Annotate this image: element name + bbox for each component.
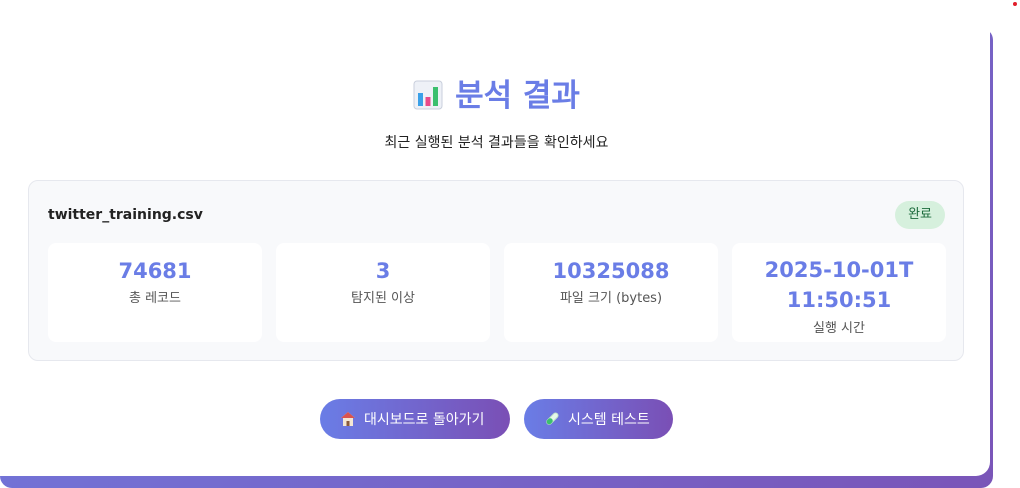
back-to-dashboard-button[interactable]: 대시보드로 돌아가기 xyxy=(320,399,510,439)
stat-anomalies: 3 탐지된 이상 xyxy=(276,243,490,342)
stat-value: 10325088 xyxy=(552,259,670,283)
main-card: 분석 결과 최근 실행된 분석 결과들을 확인하세요 twitter_train… xyxy=(0,0,990,476)
stat-file-size: 10325088 파일 크기 (bytes) xyxy=(504,243,718,342)
system-test-button[interactable]: 시스템 테스트 xyxy=(524,399,673,439)
stat-value: 2025-10-01T11:50:51 xyxy=(764,258,914,312)
stat-label: 탐지된 이상 xyxy=(351,291,415,306)
stat-value: 3 xyxy=(375,259,391,283)
back-to-dashboard-label: 대시보드로 돌아가기 xyxy=(364,412,485,428)
bar-chart-icon xyxy=(413,80,443,110)
status-badge: 완료 xyxy=(895,201,945,229)
stat-run-time: 2025-10-01T11:50:51 실행 시간 xyxy=(732,243,946,342)
stat-label: 실행 시간 xyxy=(813,321,865,336)
system-test-label: 시스템 테스트 xyxy=(568,412,650,428)
stat-total-records: 74681 총 레코드 xyxy=(48,243,262,342)
indicator-dot xyxy=(1013,2,1017,6)
result-card: twitter_training.csv 완료 74681 총 레코드 3 탐지… xyxy=(28,180,964,361)
page-title: 분석 결과 xyxy=(455,78,580,114)
home-icon xyxy=(341,412,355,426)
stat-value: 74681 xyxy=(118,259,192,283)
test-tube-icon xyxy=(546,412,559,425)
stat-label: 파일 크기 (bytes) xyxy=(559,291,663,306)
file-name: twitter_training.csv xyxy=(48,207,203,223)
page-subtitle: 최근 실행된 분석 결과들을 확인하세요 xyxy=(384,135,609,151)
stat-label: 총 레코드 xyxy=(129,291,181,306)
page-title-row: 분석 결과 xyxy=(0,76,993,116)
